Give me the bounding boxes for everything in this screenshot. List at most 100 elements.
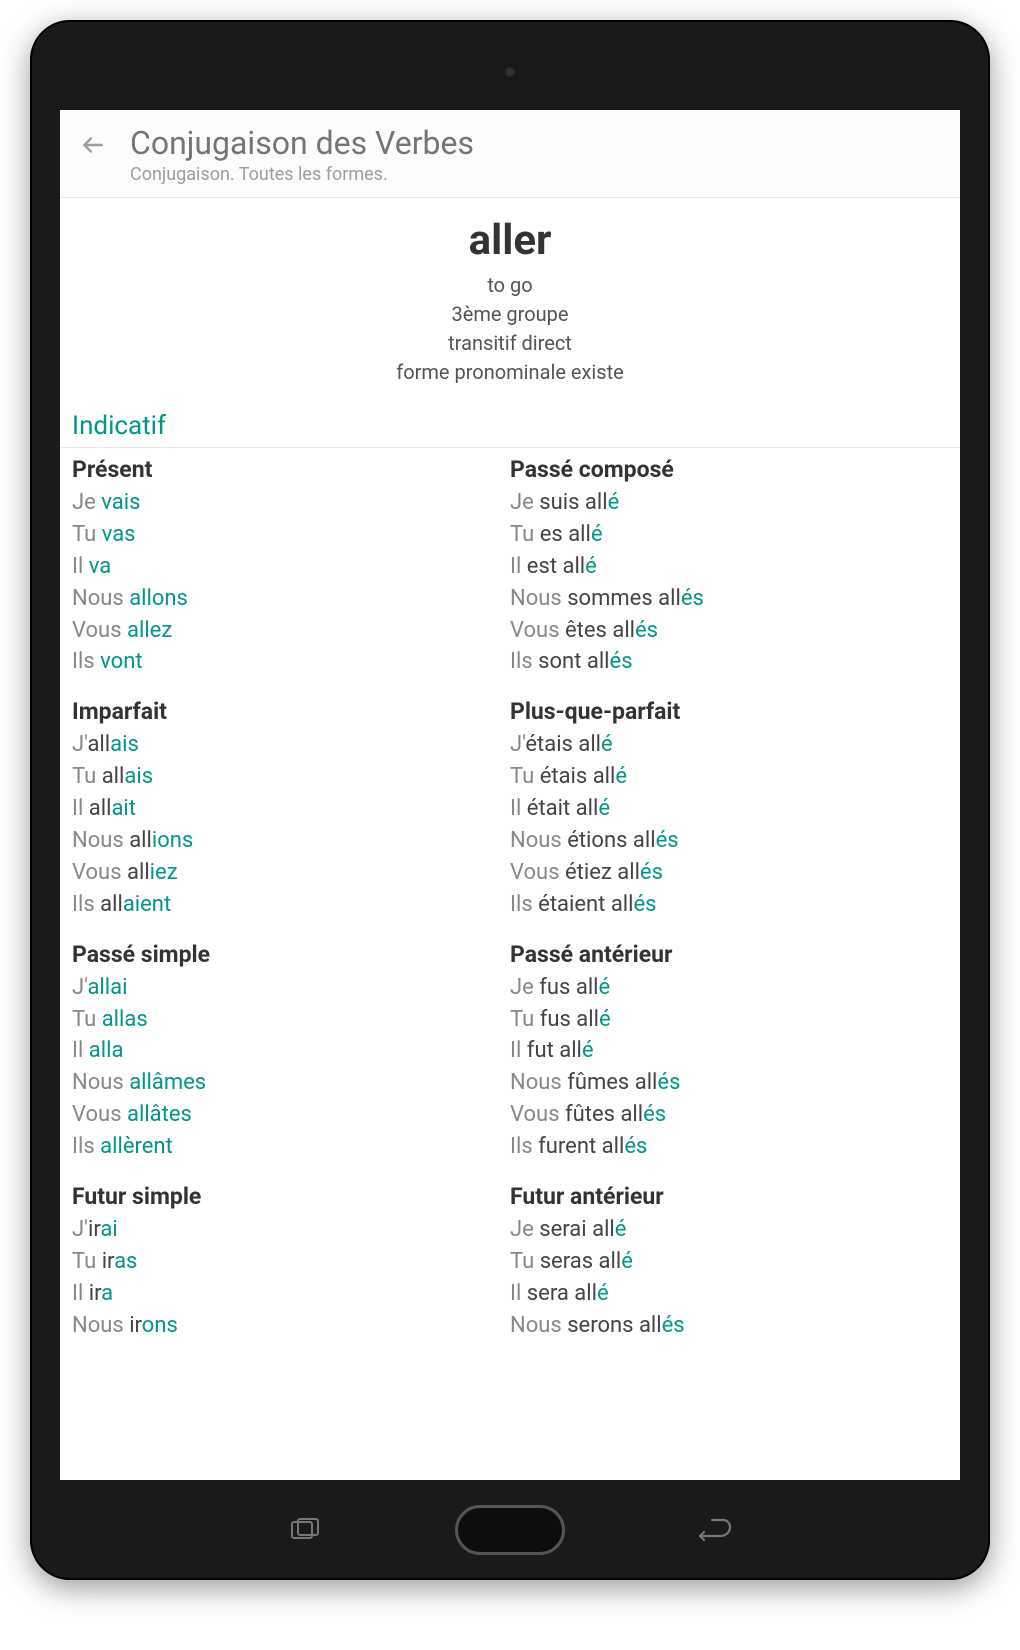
verb-part: allas — [102, 1007, 148, 1032]
pronoun: Nous — [510, 586, 567, 611]
conjugation-row: Nous serons allés — [510, 1310, 948, 1342]
conjugation-row: Il alla — [72, 1035, 510, 1067]
verb-part: all — [653, 586, 681, 611]
verb-part: furent — [538, 1134, 596, 1159]
pronoun: Tu — [72, 522, 102, 547]
pronoun: Ils — [510, 892, 538, 917]
verb-part: allèrent — [100, 1134, 173, 1159]
verb-part: é — [601, 732, 613, 757]
verb-part: vont — [100, 649, 142, 674]
verb-part: all — [607, 618, 635, 643]
recent-apps-button[interactable] — [285, 1515, 325, 1545]
tense-title: Plus-que-parfait — [510, 698, 948, 725]
verb-pronominal: forme pronominale existe — [70, 358, 950, 387]
verb-part: vas — [102, 522, 136, 547]
pronoun: Vous — [510, 860, 565, 885]
conjugation-row: Ils allaient — [72, 889, 510, 921]
home-button[interactable] — [455, 1505, 565, 1555]
pronoun: J' — [510, 732, 525, 757]
pronoun: Il — [510, 1038, 527, 1063]
pronoun: Il — [72, 1038, 89, 1063]
verb-part: allez — [127, 618, 172, 643]
verb-part: é — [621, 1249, 633, 1274]
hardware-back-button[interactable] — [695, 1515, 735, 1545]
verb-part: était — [527, 796, 570, 821]
conjugation-row: Tu fus allé — [510, 1004, 948, 1036]
verb-part: va — [89, 554, 111, 579]
verb-part: és — [633, 892, 656, 917]
verb-translation: to go — [70, 271, 950, 300]
verb-part: est — [527, 554, 557, 579]
verb-part: all — [629, 1070, 657, 1095]
verb-part: all — [89, 796, 112, 821]
pronoun: Vous — [510, 618, 565, 643]
pronoun: Il — [72, 1281, 89, 1306]
verb-part: as — [114, 1249, 137, 1274]
conjugation-row: Il allait — [72, 793, 510, 825]
verb-part: é — [599, 1007, 611, 1032]
pronoun: Il — [72, 796, 89, 821]
verb-part: é — [608, 490, 620, 515]
tense-block: PrésentJe vaisTu vasIl vaNous allonsVous… — [72, 456, 510, 678]
content-scroll[interactable]: aller to go 3ème groupe transitif direct… — [60, 198, 960, 1480]
conjugation-row: Il fut allé — [510, 1035, 948, 1067]
pronoun: Nous — [510, 1070, 567, 1095]
pronoun: Il — [72, 554, 89, 579]
pronoun: Nous — [72, 586, 129, 611]
pronoun: Je — [72, 490, 101, 515]
verb-part: étaient — [538, 892, 605, 917]
pronoun: Tu — [510, 1007, 540, 1032]
pronoun: Ils — [510, 649, 538, 674]
app-title: Conjugaison des Verbes — [130, 124, 942, 162]
verb-part: a — [101, 1281, 113, 1306]
pronoun: J' — [72, 732, 87, 757]
verb-part: all — [570, 975, 598, 1000]
verb-part: ai — [100, 1217, 117, 1242]
tense-title: Passé simple — [72, 941, 510, 968]
pronoun: Nous — [510, 828, 567, 853]
verb-part: és — [640, 860, 663, 885]
conjugation-row: Vous alliez — [72, 857, 510, 889]
verb-part: fus — [539, 975, 570, 1000]
verb-part: all — [571, 1007, 599, 1032]
conjugation-row: Nous sommes allés — [510, 583, 948, 615]
pronoun: Tu — [510, 764, 540, 789]
pronoun: Nous — [72, 1070, 129, 1095]
conjugation-row: J'irai — [72, 1214, 510, 1246]
pronoun: Nous — [510, 1313, 567, 1338]
verb-part: és — [624, 1134, 647, 1159]
conjugation-row: Nous allons — [72, 583, 510, 615]
tense-block: Plus-que-parfaitJ'étais alléTu étais all… — [510, 698, 948, 920]
conjugation-row: Tu vas — [72, 519, 510, 551]
pronoun: Nous — [72, 1313, 129, 1338]
conjugation-row: Vous étiez allés — [510, 857, 948, 889]
verb-part: é — [597, 1281, 609, 1306]
tense-title: Futur simple — [72, 1183, 510, 1210]
pronoun: Tu — [72, 1249, 102, 1274]
verb-part: all — [587, 764, 615, 789]
pronoun: Il — [510, 796, 527, 821]
back-arrow-icon[interactable] — [78, 130, 108, 160]
verb-part: é — [615, 764, 627, 789]
conjugation-row: Tu étais allé — [510, 761, 948, 793]
tense-title: Passé antérieur — [510, 941, 948, 968]
pronoun: Tu — [72, 764, 102, 789]
verb-part: fut — [527, 1038, 554, 1063]
verb-part: all — [100, 892, 123, 917]
verb-part: iez — [150, 860, 178, 885]
verb-infinitive: aller — [70, 216, 950, 265]
conjugation-row: Il ira — [72, 1278, 510, 1310]
tense-block: Futur antérieurJe serai alléTu seras all… — [510, 1183, 948, 1342]
verb-meta: to go 3ème groupe transitif direct forme… — [70, 271, 950, 387]
tablet-frame: Conjugaison des Verbes Conjugaison. Tout… — [30, 20, 990, 1580]
verb-part: all — [557, 554, 585, 579]
conjugation-row: Tu iras — [72, 1246, 510, 1278]
app-subtitle: Conjugaison. Toutes les formes. — [130, 164, 942, 185]
verb-part: ir — [102, 1249, 114, 1274]
verb-part: all — [127, 860, 150, 885]
conjugation-row: Vous fûtes allés — [510, 1099, 948, 1131]
conjugation-row: Je fus allé — [510, 972, 948, 1004]
screen: Conjugaison des Verbes Conjugaison. Tout… — [60, 110, 960, 1480]
verb-part: és — [657, 1070, 680, 1095]
hardware-nav-bar — [30, 1505, 990, 1555]
